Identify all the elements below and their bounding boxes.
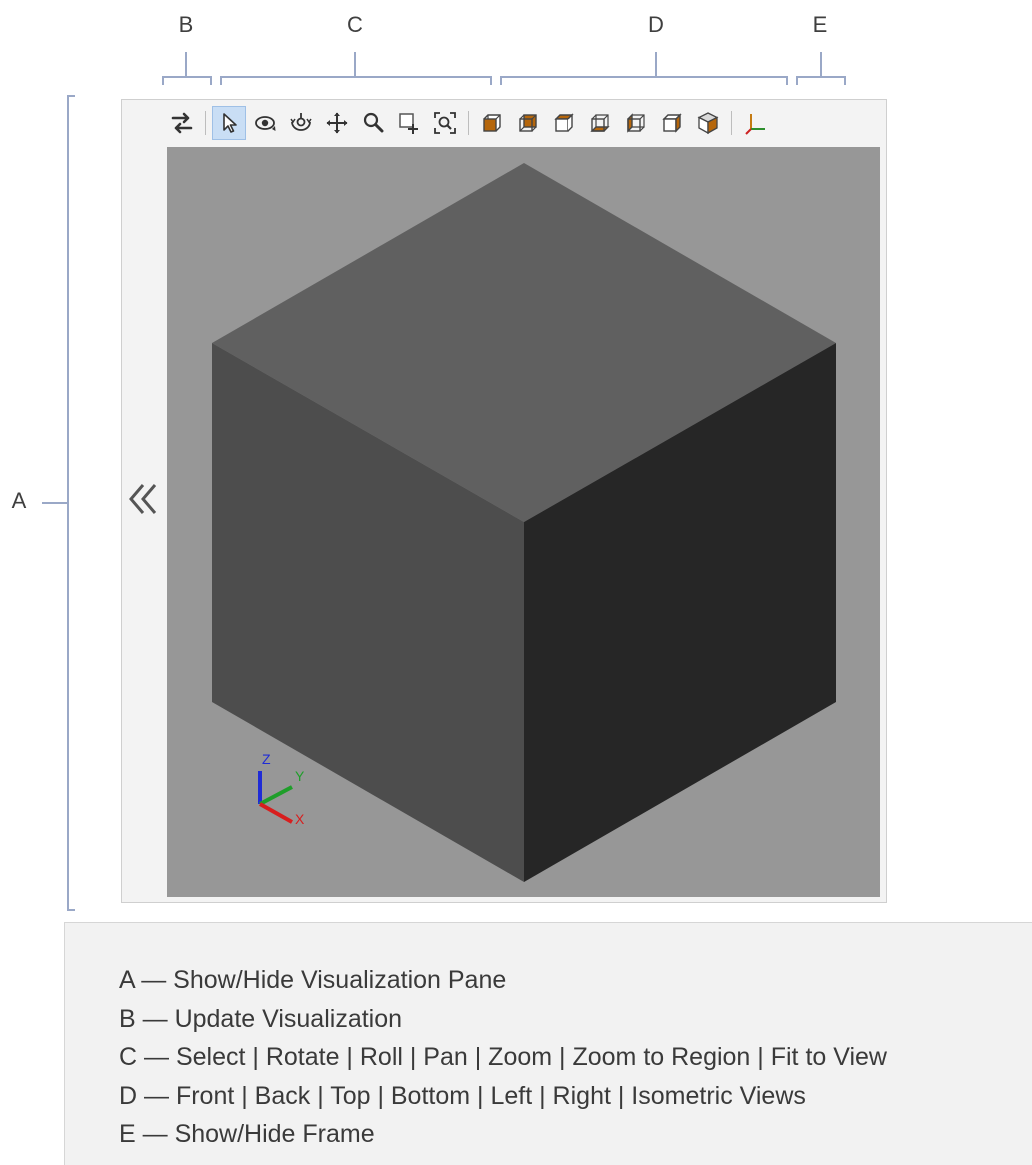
legend-item-e: E — Show/Hide Frame: [119, 1120, 375, 1148]
pan-icon: [326, 112, 348, 134]
back-view-button[interactable]: [511, 106, 545, 140]
top-view-button[interactable]: [547, 106, 581, 140]
fit-to-view-icon: [434, 112, 456, 134]
double-chevron-left-icon: [129, 484, 157, 514]
axes-frame-icon: [745, 114, 765, 135]
toolbar-separator: [731, 111, 732, 135]
roll-icon: [290, 113, 312, 131]
pan-button[interactable]: [320, 106, 354, 140]
legend-item-a: A — Show/Hide Visualization Pane: [119, 966, 507, 994]
fit-to-view-button[interactable]: [428, 106, 462, 140]
axis-triad: Z Y X: [258, 751, 305, 827]
top-view-icon: [554, 113, 574, 132]
rotate-button[interactable]: [248, 106, 282, 140]
callout-b-label: B: [178, 12, 194, 37]
legend-list: A — Show/Hide Visualization Pane B — Upd…: [119, 961, 887, 1154]
legend-item-d: D — Front | Back | Top | Bottom | Left |…: [119, 1081, 806, 1110]
bottom-view-icon: [590, 114, 610, 132]
swap-arrows-icon: [171, 112, 193, 134]
isometric-view-icon: [697, 112, 719, 135]
legend-item-b: B — Update Visualization: [119, 1004, 403, 1033]
triad-z-label: Z: [262, 751, 271, 767]
callout-d-label: D: [648, 12, 664, 37]
zoom-to-region-button[interactable]: [392, 106, 426, 140]
right-view-button[interactable]: [655, 106, 689, 140]
toolbar-separator: [468, 111, 469, 135]
update-visualization-button[interactable]: [165, 106, 199, 140]
callout-c-label: C: [347, 12, 363, 37]
bottom-view-button[interactable]: [583, 106, 617, 140]
cube-render: Z Y X: [212, 163, 836, 882]
left-view-button[interactable]: [619, 106, 653, 140]
select-button[interactable]: [212, 106, 246, 140]
front-view-button[interactable]: [475, 106, 509, 140]
callout-e-label: E: [812, 12, 828, 37]
legend-item-c: C — Select | Rotate | Roll | Pan | Zoom …: [119, 1043, 887, 1071]
toolbar-separator: [205, 111, 206, 135]
callout-a-label: A: [11, 488, 27, 513]
show-hide-pane-button[interactable]: [124, 474, 164, 524]
isometric-view-button[interactable]: [691, 106, 725, 140]
rotate-icon: [255, 116, 276, 131]
roll-button[interactable]: [284, 106, 318, 140]
select-arrow-icon: [223, 113, 237, 133]
zoom-button[interactable]: [356, 106, 390, 140]
left-view-icon: [627, 113, 645, 133]
3d-viewport[interactable]: Z Y X: [167, 147, 880, 897]
triad-x-label: X: [295, 811, 305, 827]
zoom-to-region-icon: [399, 113, 418, 134]
visualization-toolbar: [164, 104, 773, 142]
zoom-icon: [363, 112, 384, 133]
right-view-icon: [662, 113, 682, 133]
triad-y-label: Y: [295, 768, 305, 784]
front-view-icon: [483, 114, 501, 132]
show-hide-frame-button[interactable]: [738, 106, 772, 140]
legend-panel: A — Show/Hide Visualization Pane B — Upd…: [64, 922, 1032, 1165]
back-view-icon: [519, 114, 537, 132]
